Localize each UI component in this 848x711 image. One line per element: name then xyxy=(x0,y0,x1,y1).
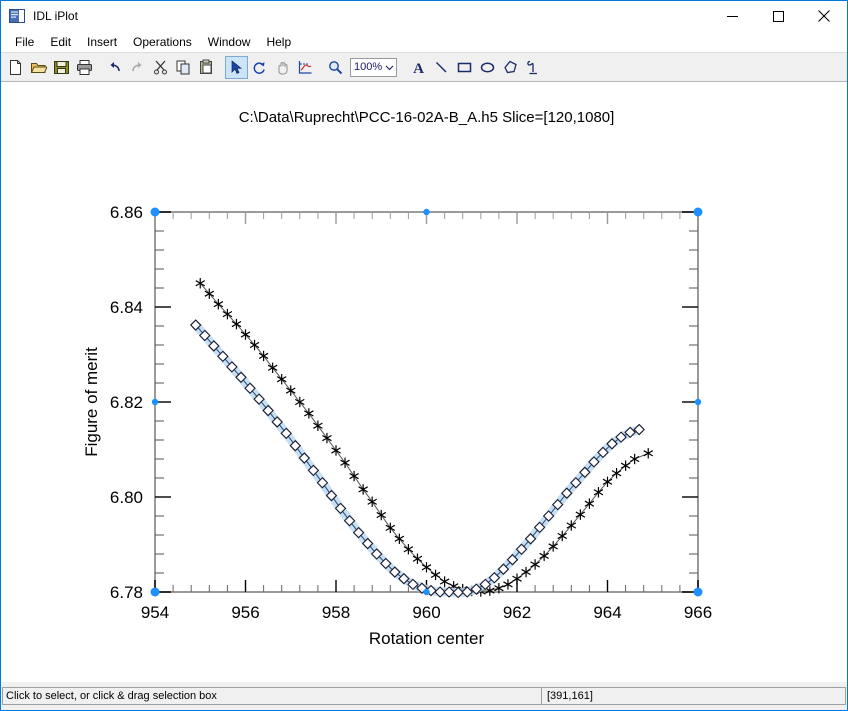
arrow-cursor-icon[interactable] xyxy=(225,55,248,79)
selection-handle-bottom-right[interactable] xyxy=(693,587,703,597)
selection-handle-top-center[interactable] xyxy=(423,208,430,216)
marker-star xyxy=(439,576,450,587)
marker-star xyxy=(421,562,432,573)
open-folder-icon[interactable] xyxy=(27,56,50,79)
series-line-figure-of-merit-diamond[interactable] xyxy=(195,324,640,594)
line-icon[interactable] xyxy=(430,56,453,79)
zoom-level-combobox[interactable]: 100% xyxy=(350,57,397,77)
plot-data-icon[interactable] xyxy=(294,56,317,79)
plot-title: C:\Data\Ruprecht\PCC-16-02A-B_A.h5 Slice… xyxy=(239,109,615,126)
polygon-icon[interactable] xyxy=(499,56,522,79)
x-tick-label: 958 xyxy=(322,603,350,622)
svg-text:A: A xyxy=(413,61,424,76)
x-tick-label: 954 xyxy=(141,603,169,622)
toolbar-separator xyxy=(400,56,407,79)
window-title: IDL iPlot xyxy=(33,9,78,23)
freehand-icon[interactable] xyxy=(522,56,545,79)
marker-star xyxy=(629,453,640,465)
marker-star xyxy=(521,566,531,578)
rotate-icon[interactable] xyxy=(248,56,271,79)
y-tick-label: 6.84 xyxy=(110,298,143,317)
printer-icon[interactable] xyxy=(73,56,96,79)
selection-handle-bottom-left[interactable] xyxy=(150,587,160,597)
x-tick-label: 956 xyxy=(231,603,259,622)
selection-handle-middle-left[interactable] xyxy=(151,398,159,406)
toolbar: 100% A xyxy=(1,52,847,82)
marker-star xyxy=(643,448,654,459)
x-tick-label: 964 xyxy=(593,603,621,622)
selection-highlight-figure-of-merit-diamond xyxy=(191,320,644,597)
toolbar-separator xyxy=(317,56,324,79)
iplot-graphic[interactable]: C:\Data\Ruprecht\PCC-16-02A-B_A.h5 Slice… xyxy=(1,82,847,681)
idl-app-icon xyxy=(9,8,25,24)
maximize-button[interactable] xyxy=(755,1,801,31)
status-coordinates: [391,161] xyxy=(542,687,846,705)
title-bar: IDL iPlot xyxy=(1,1,847,31)
y-tick-label: 6.86 xyxy=(110,203,143,222)
new-document-icon[interactable] xyxy=(4,56,27,79)
x-tick-label: 960 xyxy=(412,603,440,622)
undo-arrow-icon[interactable] xyxy=(103,56,126,79)
marker-star xyxy=(512,573,522,584)
menu-item-window[interactable]: Window xyxy=(200,33,259,51)
plot-canvas[interactable]: C:\Data\Ruprecht\PCC-16-02A-B_A.h5 Slice… xyxy=(1,82,847,681)
marker-star xyxy=(530,559,540,570)
scissors-icon[interactable] xyxy=(149,56,172,79)
y-tick-label: 6.82 xyxy=(110,393,143,412)
chevron-down-icon xyxy=(385,65,394,70)
series-line-figure-of-merit-star[interactable] xyxy=(199,282,649,593)
iplot-window: IDL iPlot File Edit Insert Operations Wi… xyxy=(0,0,848,711)
status-bar: Click to select, or click & drag selecti… xyxy=(1,681,847,710)
marker-star xyxy=(503,579,513,590)
toolbar-separator xyxy=(218,56,225,79)
menu-item-help[interactable]: Help xyxy=(258,33,299,51)
close-button[interactable] xyxy=(801,1,847,31)
minimize-button[interactable] xyxy=(709,1,755,31)
x-tick-label: 962 xyxy=(503,603,531,622)
toolbar-separator xyxy=(96,56,103,79)
clipboard-icon[interactable] xyxy=(195,56,218,79)
x-tick-label: 966 xyxy=(684,603,712,622)
magnifier-icon[interactable] xyxy=(324,56,347,79)
selection-handle-top-right[interactable] xyxy=(693,207,703,217)
copy-pages-icon[interactable] xyxy=(172,56,195,79)
menu-bar: File Edit Insert Operations Window Help xyxy=(1,31,847,52)
selection-handle-bottom-center[interactable] xyxy=(423,588,430,596)
selection-handle-middle-right[interactable] xyxy=(694,398,702,406)
y-tick-label: 6.80 xyxy=(110,488,143,507)
window-controls xyxy=(709,1,847,31)
marker-star xyxy=(620,460,631,471)
menu-item-edit[interactable]: Edit xyxy=(42,33,79,51)
menu-item-insert[interactable]: Insert xyxy=(79,33,125,51)
hand-icon[interactable] xyxy=(271,56,294,79)
text-a-icon[interactable]: A xyxy=(407,56,430,79)
selection-handle-top-left[interactable] xyxy=(150,207,160,217)
menu-item-file[interactable]: File xyxy=(7,33,42,51)
menu-item-operations[interactable]: Operations xyxy=(125,33,200,51)
status-message: Click to select, or click & drag selecti… xyxy=(2,687,542,705)
x-axis-label: Rotation center xyxy=(369,629,485,648)
redo-arrow-icon[interactable] xyxy=(126,56,149,79)
floppy-disk-icon[interactable] xyxy=(50,56,73,79)
ellipse-icon[interactable] xyxy=(476,56,499,79)
zoom-level-value: 100% xyxy=(354,61,383,73)
rectangle-icon[interactable] xyxy=(453,56,476,79)
y-tick-label: 6.78 xyxy=(110,583,143,602)
y-axis-label: Figure of merit xyxy=(82,347,101,457)
marker-star xyxy=(430,569,441,581)
marker-star xyxy=(349,470,359,482)
